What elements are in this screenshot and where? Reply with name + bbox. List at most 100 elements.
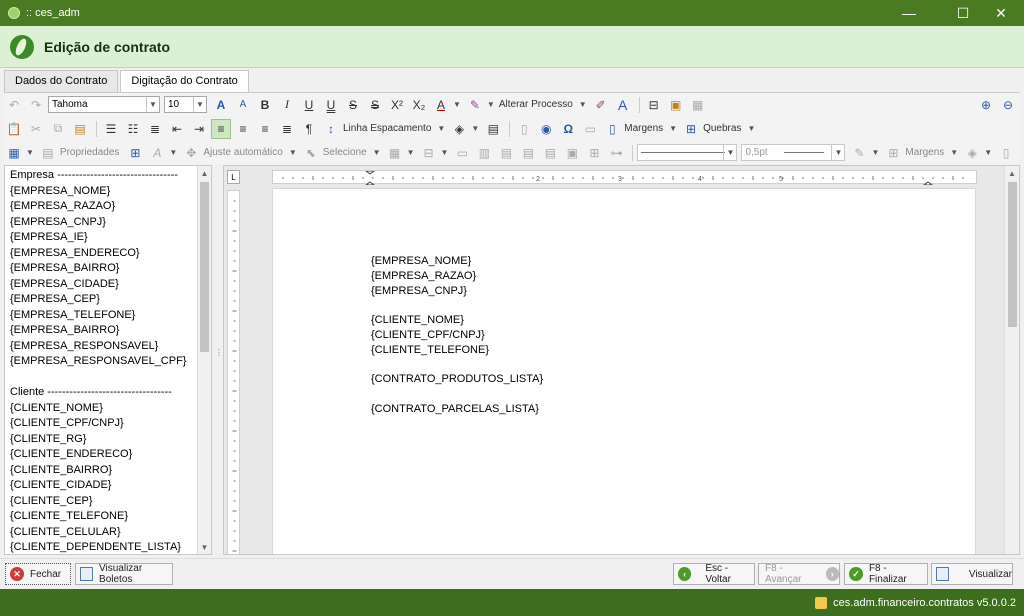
shading-icon[interactable]: ◈	[449, 119, 469, 139]
globe-icon[interactable]: ◉	[536, 119, 556, 139]
list-item[interactable]: {CLIENTE_NOME}	[10, 401, 198, 417]
avancar-button[interactable]: F8 - Avançar ›	[758, 563, 840, 585]
cell-shading-icon[interactable]: ◈	[962, 143, 982, 163]
align-right-icon[interactable]: ≡	[255, 119, 275, 139]
page-break-icon[interactable]: ⊟	[644, 95, 664, 115]
chevron-down-icon[interactable]: ▼	[441, 148, 449, 157]
propriedades-button[interactable]: Propriedades	[60, 147, 119, 158]
list-group-header[interactable]: Empresa --------------------------------…	[10, 168, 198, 184]
chevron-down-icon[interactable]: ▼	[471, 124, 479, 133]
list-item[interactable]: {CLIENTE_BAIRRO}	[10, 463, 198, 479]
decrease-indent-icon[interactable]: ⇤	[167, 119, 187, 139]
clear-format-icon[interactable]: ✐	[591, 95, 611, 115]
split-cells-icon[interactable]: ▥	[474, 143, 494, 163]
double-strikethrough-icon[interactable]: S	[365, 95, 385, 115]
scroll-up-icon[interactable]: ▲	[198, 166, 211, 180]
align-center-icon[interactable]: ≡	[233, 119, 253, 139]
chevron-down-icon[interactable]: ▼	[26, 148, 34, 157]
grow-font-icon[interactable]: A	[211, 95, 231, 115]
insert-rows-icon[interactable]: ⊟	[419, 143, 439, 163]
numbered-list-icon[interactable]: ☷	[123, 119, 143, 139]
right-indent-marker[interactable]	[922, 181, 934, 186]
horizontal-ruler[interactable]: 2 3 4 5	[272, 170, 977, 186]
bullet-list-icon[interactable]: ☰	[101, 119, 121, 139]
text-style-icon[interactable]: A	[147, 143, 167, 163]
tab-digitacao-contrato[interactable]: Digitação do Contrato	[120, 70, 249, 92]
list-item[interactable]: {CLIENTE_CEP}	[10, 494, 198, 510]
distribute-icon[interactable]: ⊞	[584, 143, 604, 163]
chevron-down-icon[interactable]: ▼	[871, 148, 879, 157]
paste-special-icon[interactable]: ▤	[70, 119, 90, 139]
list-item[interactable]: {EMPRESA_ENDERECO}	[10, 246, 198, 262]
merge-cells-icon[interactable]: ▭	[452, 143, 472, 163]
document-icon[interactable]: ▯	[514, 119, 534, 139]
linha-espacamento-menu[interactable]: Linha Espacamento	[343, 123, 431, 134]
first-line-indent-marker[interactable]	[364, 170, 376, 175]
italic-icon[interactable]: I	[277, 95, 297, 115]
bold-icon[interactable]: B	[255, 95, 275, 115]
list-item[interactable]: {EMPRESA_RESPONSAVEL_CPF}	[10, 354, 198, 370]
document-page[interactable]: {EMPRESA_NOME} {EMPRESA_RAZAO} {EMPRESA_CN…	[272, 188, 976, 554]
font-size-select[interactable]: 10 ▼	[164, 96, 207, 113]
tab-dados-contrato[interactable]: Dados do Contrato	[4, 70, 119, 92]
finalizar-button[interactable]: ✓ F8 - Finalizar	[844, 563, 928, 585]
text-box-icon[interactable]: ▭	[580, 119, 600, 139]
multilevel-list-icon[interactable]: ≣	[145, 119, 165, 139]
chevron-down-icon[interactable]: ▼	[407, 148, 415, 157]
left-indent-marker[interactable]	[364, 181, 376, 186]
redo-icon[interactable]: ↷	[26, 95, 46, 115]
font-color-icon[interactable]: A	[431, 95, 451, 115]
list-item[interactable]: {CLIENTE_RG}	[10, 432, 198, 448]
list-item[interactable]: {CLIENTE_DEPENDENTE_LISTA}	[10, 540, 198, 554]
voltar-button[interactable]: ‹ Esc - Voltar	[673, 563, 755, 585]
delete-table-icon[interactable]: ▦	[385, 143, 405, 163]
list-item[interactable]: {EMPRESA_TELEFONE}	[10, 308, 198, 324]
fields-scrollbar[interactable]: ▲ ▼	[197, 166, 211, 554]
visualizar-boletos-button[interactable]: Visualizar Boletos	[75, 563, 173, 585]
zoom-out-icon[interactable]: ⊖	[998, 95, 1018, 115]
subscript-icon[interactable]: X₂	[409, 95, 429, 115]
font-family-select[interactable]: Tahoma ▼	[48, 96, 160, 113]
font-dialog-icon[interactable]: A	[613, 95, 633, 115]
chevron-down-icon[interactable]: ▼	[487, 100, 495, 109]
cut-icon[interactable]: ✂	[26, 119, 46, 139]
chevron-down-icon[interactable]: ▼	[453, 100, 461, 109]
list-item[interactable]: {CLIENTE_ENDERECO}	[10, 447, 198, 463]
scroll-thumb[interactable]	[1008, 182, 1017, 327]
close-button[interactable]: ✕	[978, 0, 1024, 26]
zoom-in-icon[interactable]: ⊕	[976, 95, 996, 115]
insert-table-icon[interactable]: ▦	[4, 143, 24, 163]
border-width-select[interactable]: 0,5pt ▼	[741, 144, 846, 161]
alterar-processo-menu[interactable]: Alterar Processo	[499, 99, 573, 110]
list-item[interactable]: {EMPRESA_NOME}	[10, 184, 198, 200]
undo-icon[interactable]: ↶	[4, 95, 24, 115]
list-item[interactable]: {CLIENTE_CIDADE}	[10, 478, 198, 494]
quebras-menu[interactable]: Quebras	[703, 123, 741, 134]
scroll-thumb[interactable]	[200, 182, 209, 352]
list-item[interactable]: {EMPRESA_BAIRRO}	[10, 323, 198, 339]
cell-margins-icon[interactable]: ▣	[562, 143, 582, 163]
shrink-font-icon[interactable]: A	[233, 95, 253, 115]
view-gridlines-icon[interactable]: ▯	[996, 143, 1016, 163]
list-item[interactable]: {EMPRESA_RESPONSAVEL}	[10, 339, 198, 355]
table-grid-icon[interactable]: ⊞	[125, 143, 145, 163]
scroll-down-icon[interactable]: ▼	[198, 540, 211, 554]
list-item[interactable]: {CLIENTE_CELULAR}	[10, 525, 198, 541]
list-item[interactable]: {EMPRESA_CEP}	[10, 292, 198, 308]
minimize-button[interactable]: —	[886, 0, 932, 26]
align-top-icon[interactable]: ▤	[496, 143, 516, 163]
chevron-down-icon[interactable]: ▼	[169, 148, 177, 157]
list-item[interactable]: {EMPRESA_BAIRRO}	[10, 261, 198, 277]
selecione-menu[interactable]: Selecione	[323, 147, 367, 158]
editor-scrollbar[interactable]: ▲	[1004, 166, 1019, 554]
margens-table-menu[interactable]: Margens	[905, 147, 944, 158]
copy-icon[interactable]: ⧉	[48, 119, 68, 139]
visualizar-button[interactable]: Visualizar	[931, 563, 1013, 585]
align-bottom-icon[interactable]: ▤	[540, 143, 560, 163]
chevron-down-icon[interactable]: ▼	[984, 148, 992, 157]
highlight-icon[interactable]: ✎	[465, 95, 485, 115]
list-group-header[interactable]: Cliente --------------------------------…	[10, 385, 198, 401]
margens-menu[interactable]: Margens	[624, 123, 663, 134]
document-content[interactable]: {EMPRESA_NOME} {EMPRESA_RAZAO} {EMPRESA_CN…	[371, 254, 543, 417]
pen-color-icon[interactable]: ✎	[849, 143, 869, 163]
